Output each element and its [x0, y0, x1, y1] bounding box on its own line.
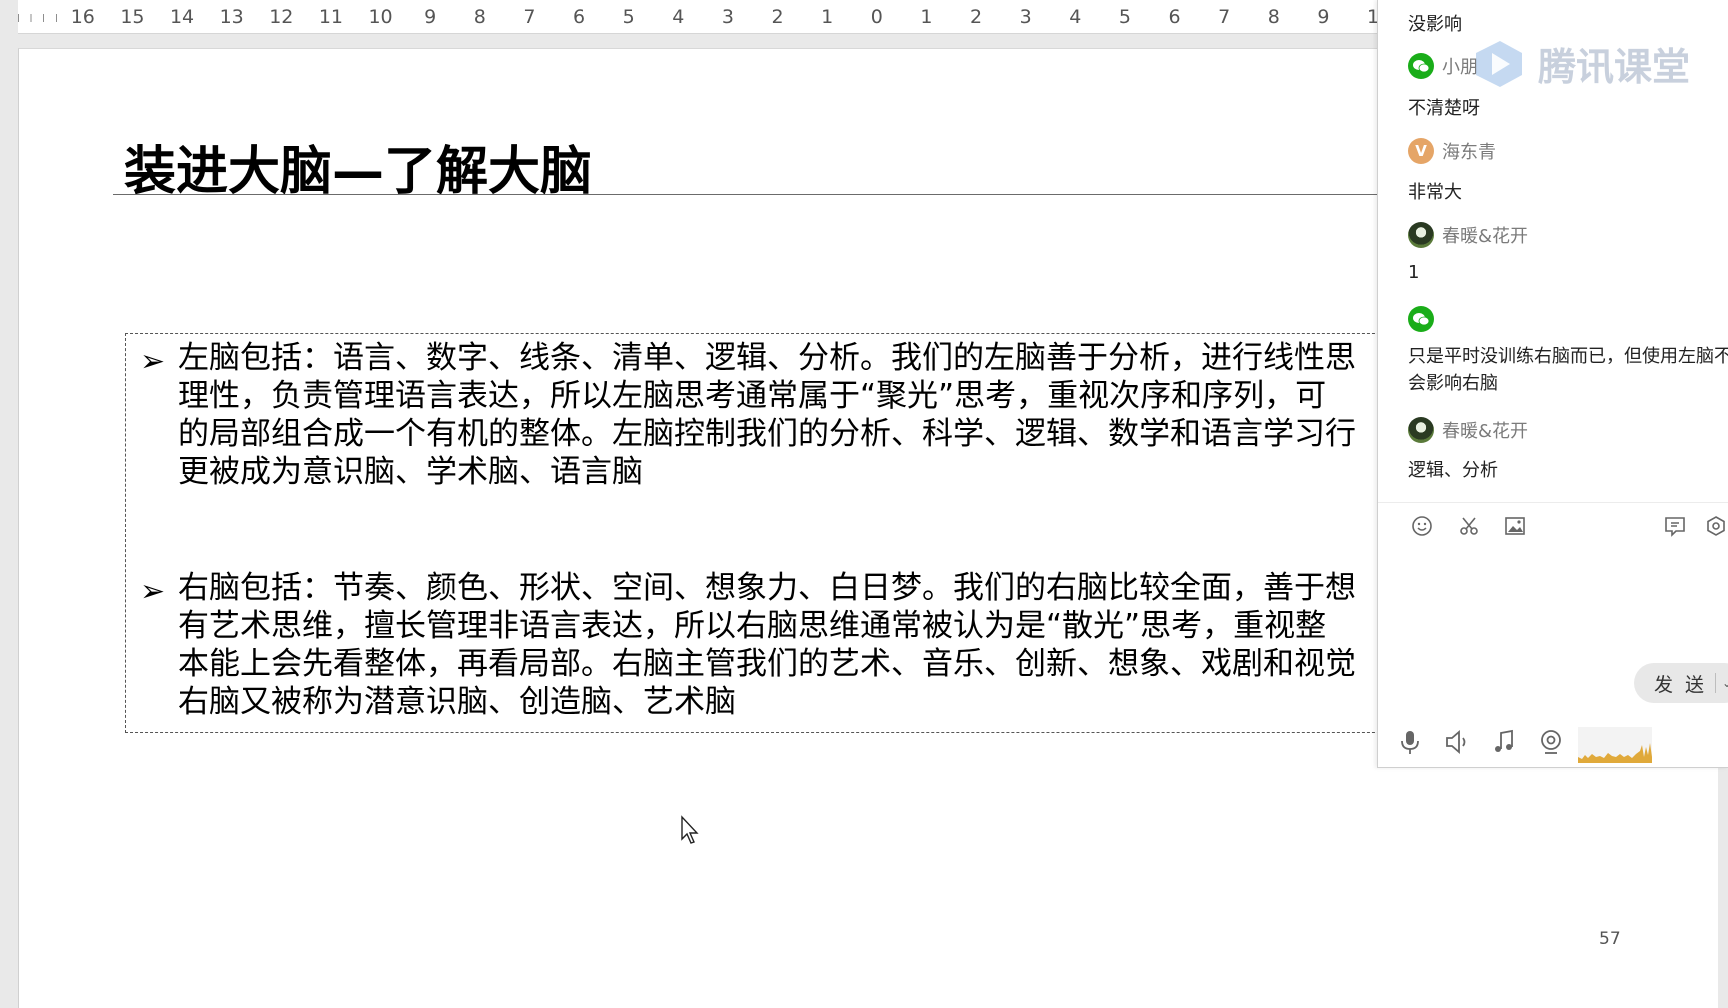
ruler-label: 1	[802, 4, 852, 30]
ruler-label: 16	[58, 4, 108, 30]
paragraph-line: 右脑又被称为潜意识脑、创造脑、艺术脑	[178, 684, 736, 720]
ruler-label: 2	[752, 4, 803, 30]
camera-icon[interactable]	[1536, 727, 1566, 757]
ruler-labels: 16 15 14 13 12 11 10 9 8 7 6 5 4 3 2 1 0 1 2 3 4 5 6 7 8 9 1	[18, 4, 1398, 30]
emoji-icon[interactable]	[1408, 512, 1436, 540]
music-icon[interactable]	[1489, 727, 1519, 757]
chat-username: 海东青	[1442, 142, 1496, 163]
content-textbox[interactable]: ➢ 左脑包括：语言、数字、线条、清单、逻辑、分析。我们的左脑善于分析，进行线性思…	[125, 333, 1405, 733]
tencent-classroom-watermark: 腾讯课堂	[1470, 36, 1690, 91]
paragraph-line: 左脑包括：语言、数字、线条、清单、逻辑、分析。我们的左脑善于分析，进行线性思	[178, 340, 1356, 376]
ruler-label: 3	[1000, 4, 1051, 30]
audio-level-meter	[1578, 727, 1652, 763]
left-brain-paragraph[interactable]: 左脑包括：语言、数字、线条、清单、逻辑、分析。我们的左脑善于分析，进行线性思 理…	[178, 339, 1418, 491]
ruler-label: 6	[1149, 4, 1200, 30]
chat-message: 逻辑、分析	[1408, 460, 1498, 481]
chat-user-row: 春暖&花开	[1408, 221, 1528, 249]
ruler-label: 12	[256, 4, 307, 30]
ruler-label: 4	[653, 4, 704, 30]
ruler-label: 10	[355, 4, 406, 30]
screen: 16 15 14 13 12 11 10 9 8 7 6 5 4 3 2 1 0 1 2 3 4 5 6 7 8 9 1 装进大脑—…	[0, 0, 1728, 1008]
chat-message: 1	[1408, 262, 1420, 283]
ruler-label: 4	[1050, 4, 1101, 30]
chat-user-row: 小朋	[1408, 52, 1478, 80]
ruler-label: 8	[455, 4, 505, 30]
send-label: 发 送	[1654, 673, 1708, 696]
chat-panel[interactable]: 没影响 小朋 腾讯课堂 不清楚呀 V 海东青 非常大 春暖&花开 1 只是平时没…	[1377, 0, 1728, 768]
paragraph-line: 更被成为意识脑、学术脑、语言脑	[178, 454, 643, 490]
comment-icon[interactable]	[1661, 512, 1689, 540]
horizontal-ruler[interactable]: 16 15 14 13 12 11 10 9 8 7 6 5 4 3 2 1 0 1 2 3 4 5 6 7 8 9 1	[18, 0, 1398, 34]
chat-user-row: V 海东青	[1408, 137, 1496, 165]
speaker-icon[interactable]	[1442, 727, 1472, 757]
chat-username: 春暖&花开	[1442, 226, 1529, 247]
chevron-down-icon[interactable]: ⌄	[1722, 676, 1728, 690]
send-split-divider	[1715, 673, 1717, 693]
paragraph-line: 的局部组合成一个有机的整体。左脑控制我们的分析、科学、逻辑、数学和语言学习行	[178, 416, 1356, 452]
ruler-label: 0	[852, 4, 902, 30]
ruler-label: 5	[603, 4, 654, 30]
avatar: V	[1408, 138, 1434, 164]
ruler-label: 5	[1100, 4, 1150, 30]
chat-message: 非常大	[1408, 182, 1462, 203]
right-brain-paragraph[interactable]: 右脑包括：节奏、颜色、形状、空间、想象力、白日梦。我们的右脑比较全面，善于想 有…	[178, 569, 1418, 721]
slide-title[interactable]: 装进大脑—了解大脑	[124, 129, 592, 204]
chat-message: 不清楚呀	[1408, 98, 1480, 119]
microphone-icon[interactable]	[1395, 727, 1425, 757]
ruler-label: 1	[901, 4, 952, 30]
ruler-label: 9	[1298, 4, 1349, 30]
paragraph-line: 本能上会先看整体，再看局部。右脑主管我们的艺术、音乐、创新、想象、戏剧和视觉	[178, 646, 1356, 682]
title-underline	[113, 194, 1393, 195]
tencent-classroom-logo-icon	[1476, 40, 1522, 87]
ruler-label: 13	[206, 4, 257, 30]
wechat-icon	[1408, 53, 1434, 79]
scissors-icon[interactable]	[1455, 512, 1483, 540]
chat-message: 没影响	[1408, 14, 1462, 35]
settings-icon[interactable]	[1702, 512, 1728, 540]
chat-message: 只是平时没训练右脑而已，但使用左脑不会影响右脑	[1408, 346, 1728, 394]
paragraph-line: 理性，负责管理语言表达，所以左脑思考通常属于“聚光”思考，重视次序和序列，可	[178, 378, 1327, 414]
ruler-label: 6	[554, 4, 604, 30]
ruler-label: 8	[1249, 4, 1299, 30]
ruler-label: 7	[1199, 4, 1249, 30]
ruler-label: 7	[504, 4, 555, 30]
chat-user-row	[1408, 305, 1442, 333]
avatar	[1408, 222, 1434, 248]
chat-username: 春暖&花开	[1442, 421, 1529, 442]
bullet-arrow-icon: ➢	[140, 574, 166, 609]
watermark-text: 腾讯课堂	[1538, 45, 1691, 89]
image-icon[interactable]	[1501, 512, 1529, 540]
ruler-label: 14	[157, 4, 207, 30]
ruler-label: 15	[107, 4, 158, 30]
chat-user-row: 春暖&花开	[1408, 416, 1528, 444]
paragraph-line: 有艺术思维，擅长管理非语言表达，所以右脑思维通常被认为是“散光”思考，重视整	[178, 608, 1327, 644]
bullet-arrow-icon: ➢	[140, 344, 166, 379]
ruler-label: 2	[951, 4, 1001, 30]
chat-divider	[1378, 502, 1728, 503]
mouse-cursor-icon	[681, 815, 699, 844]
send-button[interactable]: 发 送 ⌄	[1634, 663, 1728, 703]
avatar	[1408, 417, 1434, 443]
paragraph-line: 右脑包括：节奏、颜色、形状、空间、想象力、白日梦。我们的右脑比较全面，善于想	[178, 570, 1356, 606]
wechat-icon	[1408, 306, 1434, 332]
page-number: 57	[1599, 929, 1621, 949]
ruler-label: 3	[703, 4, 753, 30]
ruler-label: 11	[306, 4, 356, 30]
ruler-label: 9	[405, 4, 455, 30]
